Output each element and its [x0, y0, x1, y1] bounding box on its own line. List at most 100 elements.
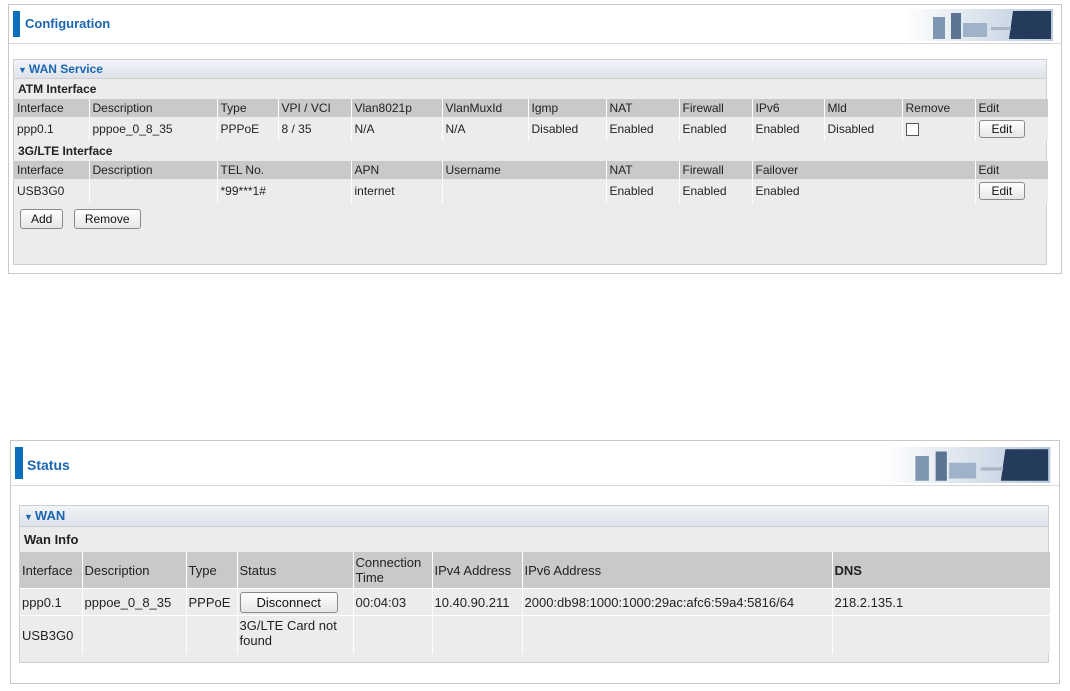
- col-dns: DNS: [832, 552, 1051, 589]
- cell-type: PPPoE: [217, 117, 279, 141]
- cell-ipv4-address: [432, 615, 523, 654]
- cell-firewall: Enabled: [679, 179, 753, 203]
- edit-button[interactable]: Edit: [978, 182, 1026, 200]
- col-interface: Interface: [20, 552, 83, 589]
- cell-ipv6-address: [522, 615, 833, 654]
- title-accent-bar: [15, 447, 23, 479]
- col-mld: Mld: [824, 99, 903, 117]
- cell-type: [186, 615, 238, 654]
- col-ipv6: IPv6: [752, 99, 825, 117]
- office-banner-image: [903, 9, 1053, 41]
- lte-interface-title: 3G/LTE Interface: [18, 144, 113, 158]
- col-ipv6-address: IPv6 Address: [522, 552, 833, 589]
- col-interface: Interface: [14, 161, 90, 179]
- cell-nat: Enabled: [606, 117, 680, 141]
- status-panel: Status ▼ WAN Wan Info Interface Descripti…: [10, 440, 1060, 684]
- cell-description: pppoe_0_8_35: [82, 588, 187, 616]
- wan-title: WAN: [34, 508, 66, 523]
- col-nat: NAT: [606, 161, 680, 179]
- col-type: Type: [186, 552, 238, 589]
- col-status: Status: [237, 552, 354, 589]
- wan-service-header[interactable]: ▼ WAN Service: [14, 60, 1046, 79]
- add-button[interactable]: Add: [20, 209, 64, 229]
- cell-interface: ppp0.1: [14, 117, 90, 141]
- remove-checkbox[interactable]: [905, 123, 919, 137]
- col-type: Type: [217, 99, 279, 117]
- remove-button[interactable]: Remove: [73, 209, 141, 229]
- cell-ipv6-address: 2000:db98:1000:1000:29ac:afc6:59a4:5816/…: [522, 588, 833, 616]
- atm-interface-title: ATM Interface: [18, 82, 97, 96]
- atm-header-row: Interface Description Type VPI / VCI Vla…: [14, 99, 1049, 117]
- col-description: Description: [89, 161, 218, 179]
- col-nat: NAT: [606, 99, 680, 117]
- cell-description: pppoe_0_8_35: [89, 117, 218, 141]
- table-row: ppp0.1 pppoe_0_8_35 PPPoE Disconnect 00:…: [20, 588, 1051, 616]
- col-apn: APN: [351, 161, 443, 179]
- col-firewall: Firewall: [679, 99, 753, 117]
- cell-mld: Disabled: [824, 117, 903, 141]
- configuration-panel: Configuration ▼ WAN Service ATM Interface…: [8, 4, 1062, 274]
- table-row: ppp0.1 pppoe_0_8_35 PPPoE 8 / 35 N/A N/A…: [14, 117, 1049, 141]
- configuration-header: Configuration: [9, 5, 1061, 44]
- col-edit: Edit: [975, 161, 1049, 179]
- col-tel-no: TEL No.: [217, 161, 352, 179]
- action-bar: Add Remove: [14, 203, 1046, 235]
- cell-firewall: Enabled: [679, 117, 753, 141]
- col-vlanmuxid: VlanMuxId: [442, 99, 529, 117]
- cell-ipv6: Enabled: [752, 117, 825, 141]
- disconnect-button[interactable]: Disconnect: [239, 591, 338, 613]
- cell-edit: Edit: [975, 117, 1049, 141]
- status-header: Status: [11, 441, 1059, 486]
- cell-igmp: Disabled: [528, 117, 607, 141]
- collapse-triangle-icon[interactable]: ▼: [24, 512, 33, 522]
- col-vpi-vci: VPI / VCI: [278, 99, 352, 117]
- atm-interface-table: Interface Description Type VPI / VCI Vla…: [14, 99, 1049, 141]
- lte-interface-table: Interface Description TEL No. APN Userna…: [14, 161, 1049, 203]
- cell-vlanmuxid: N/A: [442, 117, 529, 141]
- wan-info-title: Wan Info: [24, 532, 79, 547]
- col-failover: Failover: [752, 161, 976, 179]
- page-title: Configuration: [25, 16, 111, 31]
- col-interface: Interface: [14, 99, 90, 117]
- cell-interface: ppp0.1: [20, 588, 83, 616]
- lte-header-row: Interface Description TEL No. APN Userna…: [14, 161, 1049, 179]
- edit-button[interactable]: Edit: [978, 120, 1026, 138]
- col-remove: Remove: [902, 99, 976, 117]
- wan-service-section: ▼ WAN Service ATM Interface Interface Des…: [13, 59, 1049, 265]
- col-description: Description: [89, 99, 218, 117]
- cell-description: [89, 179, 218, 203]
- table-row: USB3G0 *99***1# internet Enabled Enabled…: [14, 179, 1049, 203]
- cell-apn: internet: [351, 179, 443, 203]
- cell-failover: Enabled: [752, 179, 976, 203]
- wan-info-table: Interface Description Type Status Connec…: [20, 552, 1051, 654]
- collapse-triangle-icon[interactable]: ▼: [18, 65, 27, 75]
- cell-ipv4-address: 10.40.90.211: [432, 588, 523, 616]
- cell-nat: Enabled: [606, 179, 680, 203]
- col-ipv4-address: IPv4 Address: [432, 552, 523, 589]
- col-igmp: Igmp: [528, 99, 607, 117]
- cell-interface: USB3G0: [20, 615, 83, 654]
- cell-interface: USB3G0: [14, 179, 90, 203]
- cell-status: 3G/LTE Card not found: [237, 615, 354, 654]
- col-edit: Edit: [975, 99, 1049, 117]
- cell-status: Disconnect: [237, 588, 354, 616]
- col-firewall: Firewall: [679, 161, 753, 179]
- office-banner-image: [881, 447, 1051, 483]
- col-connection-time: Connection Time: [353, 552, 433, 589]
- cell-tel-no: *99***1#: [217, 179, 352, 203]
- cell-dns: 218.2.135.1: [832, 588, 1051, 616]
- table-row: USB3G0 3G/LTE Card not found: [20, 615, 1051, 654]
- col-username: Username: [442, 161, 607, 179]
- cell-username: [442, 179, 607, 203]
- cell-connection-time: 00:04:03: [353, 588, 433, 616]
- wan-header-row: Interface Description Type Status Connec…: [20, 552, 1051, 589]
- title-accent-bar: [13, 11, 20, 37]
- wan-header[interactable]: ▼ WAN: [20, 506, 1048, 527]
- wan-status-section: ▼ WAN Wan Info Interface Description Type…: [19, 505, 1051, 663]
- cell-type: PPPoE: [186, 588, 238, 616]
- cell-edit: Edit: [975, 179, 1049, 203]
- wan-service-title: WAN Service: [28, 62, 103, 76]
- col-description: Description: [82, 552, 187, 589]
- cell-dns: [832, 615, 1051, 654]
- col-vlan8021p: Vlan8021p: [351, 99, 443, 117]
